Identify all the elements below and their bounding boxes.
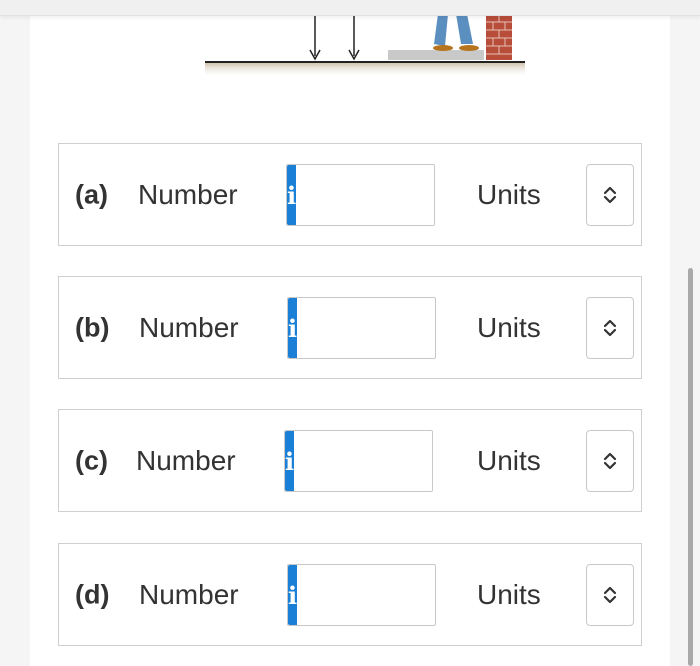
number-input[interactable]: [297, 565, 602, 625]
answer-row-b: (b) Number i Units: [58, 276, 642, 379]
number-label: Number: [139, 578, 239, 610]
answer-row-c: (c) Number i Units: [58, 409, 642, 512]
units-label: Units: [477, 578, 541, 610]
scrollbar[interactable]: [688, 268, 693, 666]
number-label: Number: [138, 178, 238, 210]
units-label: Units: [477, 444, 541, 476]
chevron-up-down-icon: [603, 452, 617, 470]
number-label: Number: [136, 444, 236, 476]
chevron-up-down-icon: [603, 586, 617, 604]
info-button[interactable]: i: [288, 565, 298, 625]
answer-row-a: (a) Number i Units: [58, 143, 642, 246]
number-input-group: i: [284, 430, 599, 492]
number-label: Number: [139, 311, 239, 343]
units-select[interactable]: [586, 297, 634, 359]
info-button[interactable]: i: [288, 298, 298, 358]
units-select[interactable]: [586, 564, 634, 626]
question-card: (a) Number i Units (b) Number i Units (c…: [30, 0, 670, 666]
info-button[interactable]: i: [285, 431, 295, 491]
number-input-group: i: [286, 164, 601, 226]
info-icon: i: [288, 313, 298, 343]
units-select[interactable]: [586, 430, 634, 492]
info-icon: i: [287, 180, 297, 210]
units-label: Units: [477, 178, 541, 210]
chevron-up-down-icon: [603, 186, 617, 204]
units-select[interactable]: [586, 164, 634, 226]
info-icon: i: [285, 446, 295, 476]
chevron-up-down-icon: [603, 319, 617, 337]
top-bar: [0, 0, 700, 16]
number-input-group: i: [287, 564, 602, 626]
part-label: (c): [75, 445, 108, 475]
number-input[interactable]: [294, 431, 599, 491]
info-icon: i: [288, 580, 298, 610]
number-input[interactable]: [296, 165, 601, 225]
answer-row-d: (d) Number i Units: [58, 543, 642, 646]
part-label: (b): [75, 312, 110, 342]
info-button[interactable]: i: [287, 165, 297, 225]
number-input-group: i: [287, 297, 602, 359]
part-label: (a): [75, 179, 108, 209]
part-label: (d): [75, 579, 110, 609]
units-label: Units: [477, 311, 541, 343]
number-input[interactable]: [297, 298, 602, 358]
